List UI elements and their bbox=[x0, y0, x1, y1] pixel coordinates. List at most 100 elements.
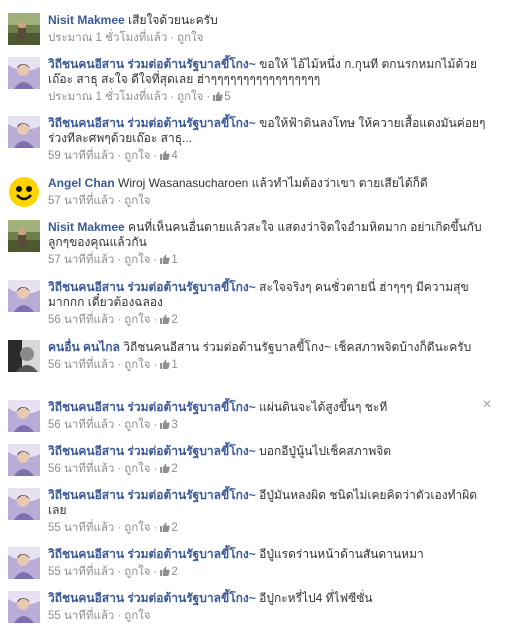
comment-author-link[interactable]: วิถีชนคนอีสาน ร่วมต่อต้านรัฐบาลขี้โกง~ bbox=[48, 444, 256, 458]
thumbs-up-icon bbox=[160, 150, 171, 160]
separator-dot: · bbox=[153, 150, 158, 162]
thumbs-up-icon bbox=[160, 314, 171, 324]
comment-meta: 57 นาทีที่แล้ว · ถูกใจ · 1 bbox=[48, 253, 488, 268]
comment-timestamp[interactable]: 57 นาทีที่แล้ว bbox=[48, 195, 114, 207]
separator-dot: · bbox=[153, 566, 158, 578]
comment-timestamp[interactable]: 55 นาทีที่แล้ว bbox=[48, 566, 114, 578]
comment-timestamp[interactable]: ประมาณ 1 ชั่วโมงที่แล้ว bbox=[48, 32, 167, 44]
comment-line: Angel Chan Wiroj Wasanasucharoen แล้วทำไ… bbox=[48, 176, 488, 191]
comment-body: วิถีชนคนอีสาน ร่วมต่อต้านรัฐบาลขี้โกง~ อ… bbox=[48, 488, 488, 536]
separator-dot: · bbox=[170, 91, 175, 103]
comment-body: วิถีชนคนอีสาน ร่วมต่อต้านรัฐบาลขี้โกง~ แ… bbox=[48, 400, 488, 433]
like-count[interactable]: 3 bbox=[160, 419, 178, 431]
comment-author-link[interactable]: วิถีชนคนอีสาน ร่วมต่อต้านรัฐบาลขี้โกง~ bbox=[48, 591, 256, 605]
like-link[interactable]: ถูกใจ bbox=[124, 314, 150, 326]
comment-author-link[interactable]: วิถีชนคนอีสาน ร่วมต่อต้านรัฐบาลขี้โกง~ bbox=[48, 547, 256, 561]
comment-line: วิถีชนคนอีสาน ร่วมต่อต้านรัฐบาลขี้โกง~ ส… bbox=[48, 280, 488, 310]
like-link[interactable]: ถูกใจ bbox=[124, 359, 150, 371]
avatar[interactable] bbox=[8, 116, 40, 148]
avatar[interactable] bbox=[8, 176, 40, 208]
comment-author-link[interactable]: วิถีชนคนอีสาน ร่วมต่อต้านรัฐบาลขี้โกง~ bbox=[48, 488, 256, 502]
separator-dot: · bbox=[117, 195, 122, 207]
comment-author-link[interactable]: Angel Chan bbox=[48, 176, 115, 190]
avatar[interactable] bbox=[8, 488, 40, 520]
comment-line: วิถีชนคนอีสาน ร่วมต่อต้านรัฐบาลขี้โกง~ บ… bbox=[48, 444, 488, 459]
comment-timestamp[interactable]: 56 นาทีที่แล้ว bbox=[48, 463, 114, 475]
comment-author-link[interactable]: Nisit Makmee bbox=[48, 220, 125, 234]
comment-meta: ประมาณ 1 ชั่วโมงที่แล้ว · ถูกใจ bbox=[48, 31, 488, 46]
like-count[interactable]: 1 bbox=[160, 254, 178, 266]
comment-timestamp[interactable]: 56 นาทีที่แล้ว bbox=[48, 359, 114, 371]
comment-timestamp[interactable]: 56 นาทีที่แล้ว bbox=[48, 314, 114, 326]
like-link[interactable]: ถูกใจ bbox=[177, 91, 203, 103]
comment-meta: 56 นาทีที่แล้ว · ถูกใจ · 2 bbox=[48, 313, 488, 328]
comment-line: วิถีชนคนอีสาน ร่วมต่อต้านรัฐบาลขี้โกง~ ข… bbox=[48, 116, 488, 146]
comment-author-link[interactable]: Nisit Makmee bbox=[48, 13, 125, 27]
like-count-value: 2 bbox=[171, 314, 178, 326]
like-link[interactable]: ถูกใจ bbox=[177, 32, 203, 44]
like-link[interactable]: ถูกใจ bbox=[124, 419, 150, 431]
comment-author-link[interactable]: วิถีชนคนอีสาน ร่วมต่อต้านรัฐบาลขี้โกง~ bbox=[48, 116, 256, 130]
comment-text: อีปูกะหรี่ไป4 ที่ไฟซีซั่น bbox=[259, 591, 373, 605]
separator-dot: · bbox=[117, 566, 122, 578]
like-count[interactable]: 2 bbox=[160, 314, 178, 326]
avatar[interactable] bbox=[8, 220, 40, 252]
close-icon[interactable]: × bbox=[480, 397, 494, 413]
avatar[interactable] bbox=[8, 444, 40, 476]
like-link[interactable]: ถูกใจ bbox=[124, 566, 150, 578]
separator-dot: · bbox=[117, 359, 122, 371]
like-link[interactable]: ถูกใจ bbox=[124, 150, 150, 162]
like-link[interactable]: ถูกใจ bbox=[124, 522, 150, 534]
comment-timestamp[interactable]: 57 นาทีที่แล้ว bbox=[48, 254, 114, 266]
comment-line: วิถีชนคนอีสาน ร่วมต่อต้านรัฐบาลขี้โกง~ อ… bbox=[48, 547, 488, 562]
comment-body: วิถีชนคนอีสาน ร่วมต่อต้านรัฐบาลขี้โกง~ ข… bbox=[48, 57, 488, 105]
like-link[interactable]: ถูกใจ bbox=[124, 610, 150, 622]
like-count[interactable]: 5 bbox=[213, 91, 231, 103]
avatar[interactable] bbox=[8, 400, 40, 432]
separator-dot: · bbox=[117, 610, 122, 622]
separator-dot: · bbox=[206, 91, 211, 103]
comment-timestamp[interactable]: 56 นาทีที่แล้ว bbox=[48, 419, 114, 431]
avatar[interactable] bbox=[8, 57, 40, 89]
avatar[interactable] bbox=[8, 13, 40, 45]
comment-body: วิถีชนคนอีสาน ร่วมต่อต้านรัฐบาลขี้โกง~ ส… bbox=[48, 280, 488, 328]
like-link[interactable]: ถูกใจ bbox=[124, 195, 150, 207]
comment-author-link[interactable]: คนอื่น คนไกล bbox=[48, 340, 120, 354]
like-count[interactable]: 4 bbox=[160, 150, 178, 162]
avatar[interactable] bbox=[8, 591, 40, 623]
comment-text: อีปู่แรดร่านหน้าด้านสันดานหมา bbox=[259, 547, 424, 561]
comment-text: บอกอีปู่นู้นไปเช็คสภาพจิต bbox=[259, 444, 392, 458]
comment-author-link[interactable]: วิถีชนคนอีสาน ร่วมต่อต้านรัฐบาลขี้โกง~ bbox=[48, 400, 256, 414]
comment-timestamp[interactable]: ประมาณ 1 ชั่วโมงที่แล้ว bbox=[48, 91, 167, 103]
comment-author-link[interactable]: วิถีชนคนอีสาน ร่วมต่อต้านรัฐบาลขี้โกง~ bbox=[48, 57, 256, 71]
like-count[interactable]: 2 bbox=[160, 463, 178, 475]
like-count-value: 3 bbox=[171, 419, 178, 431]
comment-meta: 56 นาทีที่แล้ว · ถูกใจ · 3 bbox=[48, 418, 488, 433]
like-count[interactable]: 2 bbox=[160, 566, 178, 578]
avatar[interactable] bbox=[8, 340, 40, 372]
comment-meta: 55 นาทีที่แล้ว · ถูกใจ · 2 bbox=[48, 521, 488, 536]
comment-meta: 55 นาทีที่แล้ว · ถูกใจ · 2 bbox=[48, 565, 488, 580]
comment-line: วิถีชนคนอีสาน ร่วมต่อต้านรัฐบาลขี้โกง~ อ… bbox=[48, 488, 488, 518]
like-count[interactable]: 1 bbox=[160, 359, 178, 371]
thumbs-up-icon bbox=[160, 419, 171, 429]
comment-timestamp[interactable]: 55 นาทีที่แล้ว bbox=[48, 522, 114, 534]
comment-body: Nisit Makmee เสียใจด้วยนะครับ ประมาณ 1 ชั… bbox=[48, 13, 488, 46]
comment-author-link[interactable]: วิถีชนคนอีสาน ร่วมต่อต้านรัฐบาลขี้โกง~ bbox=[48, 280, 256, 294]
comment-timestamp[interactable]: 59 นาทีที่แล้ว bbox=[48, 150, 114, 162]
like-count[interactable]: 2 bbox=[160, 522, 178, 534]
avatar[interactable] bbox=[8, 280, 40, 312]
thumbs-up-icon bbox=[160, 254, 171, 264]
separator-dot: · bbox=[117, 150, 122, 162]
like-link[interactable]: ถูกใจ bbox=[124, 463, 150, 475]
separator-dot: · bbox=[117, 522, 122, 534]
comment-meta: 56 นาทีที่แล้ว · ถูกใจ · 2 bbox=[48, 462, 488, 477]
comment-timestamp[interactable]: 55 นาทีที่แล้ว bbox=[48, 610, 114, 622]
comment-body: วิถีชนคนอีสาน ร่วมต่อต้านรัฐบาลขี้โกง~ อ… bbox=[48, 547, 488, 580]
comment-meta: ประมาณ 1 ชั่วโมงที่แล้ว · ถูกใจ · 5 bbox=[48, 90, 488, 105]
like-link[interactable]: ถูกใจ bbox=[124, 254, 150, 266]
separator-dot: · bbox=[153, 463, 158, 475]
comment-body: วิถีชนคนอีสาน ร่วมต่อต้านรัฐบาลขี้โกง~ บ… bbox=[48, 444, 488, 477]
avatar[interactable] bbox=[8, 547, 40, 579]
separator-dot: · bbox=[117, 419, 122, 431]
